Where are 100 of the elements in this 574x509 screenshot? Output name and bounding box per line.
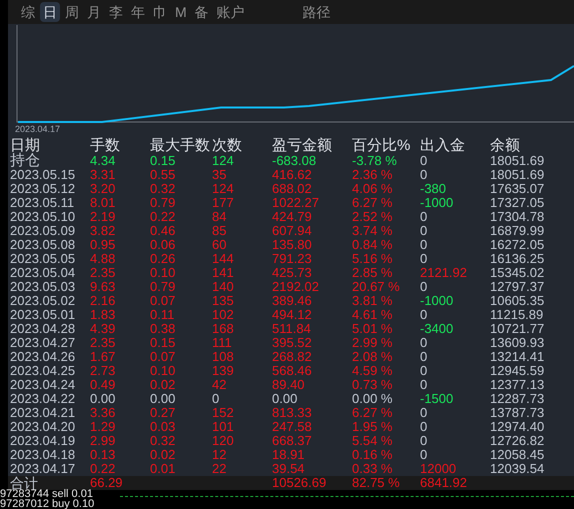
table-cell-text: 135 [212,294,235,308]
table-cell-text: 1.29 [90,420,116,434]
table-cell-text: 13609.93 [490,336,546,350]
date-cell-text: 2023.05.15 [10,168,76,182]
table-cell-text: 17327.05 [490,196,546,210]
date-cell-text: 2023.04.21 [10,406,76,420]
log-line: 97287012 buy 0.10 [0,500,94,509]
table-cell-text: 18051.69 [490,168,546,182]
table-cell-text: 0.13 [90,448,116,462]
table-cell-text: 101 [212,420,235,434]
table-cell-text: 4.34 [90,154,116,168]
column-header: 出入金 [420,138,466,154]
table-cell-text: 124 [212,182,235,196]
table-cell-text: 3.74 % [352,224,394,238]
table-cell-text: 177 [212,196,235,210]
table-cell-text: 12377.13 [490,378,546,392]
table-cell-text: 0.32 [150,434,176,448]
period-tab[interactable]: 年 [128,2,148,22]
table-cell-text: 3.81 % [352,294,394,308]
table-cell-text: 0.15 [150,154,176,168]
table-cell-text: 2.16 [90,294,116,308]
table-cell-text: 0.27 [150,406,176,420]
period-tab[interactable]: 综 [18,2,38,22]
table-cell-text: 268.82 [272,350,313,364]
period-tab[interactable]: 月 [84,2,104,22]
table-cell-text: 2192.02 [272,280,320,294]
date-cell-text: 2023.04.19 [10,434,76,448]
period-tab[interactable]: 账户 [214,2,248,22]
table-cell-text: 42 [212,378,228,392]
table-cell-text: 3.82 [90,224,116,238]
table-cell-text: 0.55 [150,168,176,182]
period-tab[interactable]: M [172,2,190,22]
table-cell-text: 0.00 [272,392,298,406]
date-cell-text: 2023.05.02 [10,294,76,308]
table-cell-text: 12 [212,448,228,462]
table-cell-text: 16136.25 [490,252,546,266]
table-cell-text: 13787.73 [490,406,546,420]
period-tab[interactable]: 备 [192,2,212,22]
total-label: 合计 [10,476,38,490]
table-cell-text: 84 [212,210,228,224]
table-cell-text: 0.84 % [352,238,394,252]
table-cell-text: 35 [212,168,228,182]
table-cell-text: 0.33 % [352,462,394,476]
table-cell-text: 4.61 % [352,308,394,322]
table-cell-text: 0.00 [90,392,116,406]
table-cell-text: 10526.69 [272,476,328,490]
table-cell-text: 18051.69 [490,154,546,168]
date-cell-text: 2023.05.11 [10,196,76,210]
table-cell-text: 0.10 [150,364,176,378]
table-cell-text: 424.79 [272,210,313,224]
date-cell-text: 2023.04.18 [10,448,76,462]
date-cell-text: 2023.04.28 [10,322,76,336]
table-cell-text: 0.02 [150,448,176,462]
table-cell-text: -683.08 [272,154,318,168]
table-cell-text: -3400 [420,322,454,336]
period-tab[interactable]: 周 [62,2,82,22]
table-cell-text: 2.52 % [352,210,394,224]
date-cell-text: 2023.05.05 [10,252,76,266]
date-cell-text: 2023.05.04 [10,266,76,280]
period-tab[interactable]: 巾 [150,2,170,22]
period-tab[interactable]: 李 [106,2,126,22]
table-cell-text: 12974.40 [490,420,546,434]
date-cell-text: 2023.04.22 [10,392,76,406]
table-cell-text: 1022.27 [272,196,320,210]
period-tab[interactable]: 日 [40,2,60,22]
table-cell-text: 0.07 [150,294,176,308]
table-cell-text: 3.20 [90,182,116,196]
date-cell-text: 2023.04.26 [10,350,76,364]
table-cell-text: 0.06 [150,238,176,252]
table-cell-text: 152 [212,406,235,420]
table-cell-text: 66.29 [90,476,124,490]
table-cell-text: 20.67 % [352,280,401,294]
date-cell-text: 2023.05.12 [10,182,76,196]
table-cell-text: 111 [212,336,233,350]
table-cell-text: 15345.02 [490,266,546,280]
table-cell-text: -380 [420,182,448,196]
date-cell-text: 2023.05.10 [10,210,76,224]
table-cell-text: 4.06 % [352,182,394,196]
table-cell-text: 494.12 [272,308,313,322]
table-cell-text: 102 [212,308,235,322]
date-cell-text: 持仓 [10,154,41,168]
table-cell-text: 416.62 [272,168,313,182]
table-cell-text: 0 [420,364,428,378]
date-cell-text: 2023.04.17 [10,462,76,476]
column-header: 盈亏金额 [272,138,333,154]
table-cell-text: 1.95 % [352,420,394,434]
table-cell-text: 17304.78 [490,210,546,224]
table-cell-text: 2.99 [90,434,116,448]
table-cell-text: 141 [212,266,235,280]
table-cell-text: 108 [212,350,235,364]
table-cell-text: -3.78 % [352,154,398,168]
table-cell-text: 2.85 % [352,266,394,280]
table-cell-text: 12039.54 [490,462,546,476]
table-cell-text: 2.19 [90,210,116,224]
path-tab[interactable]: 路径 [300,2,334,22]
table-cell-text: 2.35 [90,336,116,350]
table-cell-text: 0 [420,210,428,224]
table-cell-text: 607.94 [272,224,313,238]
table-cell-text: 0 [420,280,428,294]
table-cell-text: 0 [420,224,428,238]
